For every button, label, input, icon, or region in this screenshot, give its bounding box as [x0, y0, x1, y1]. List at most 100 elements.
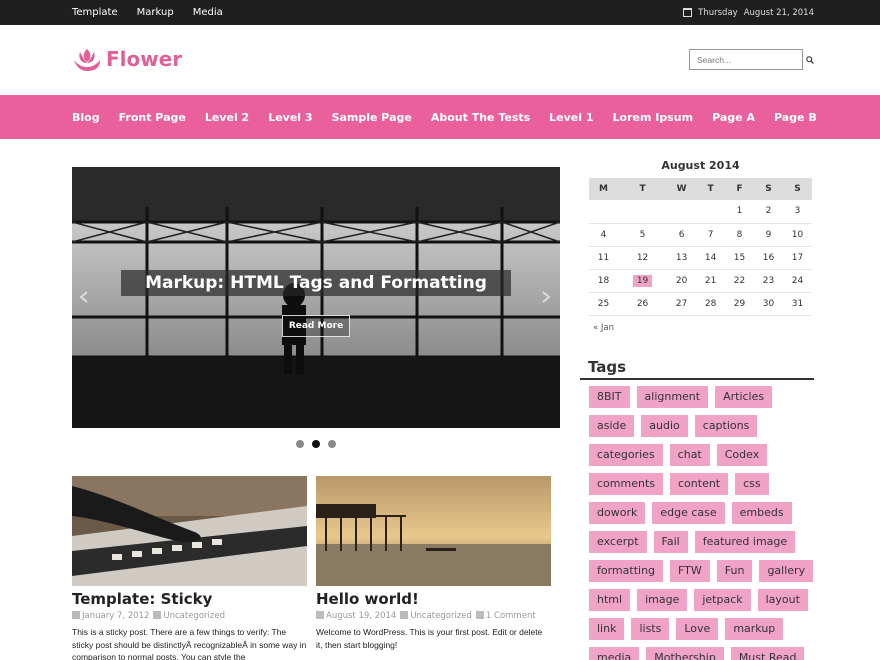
- calendar-weekdays: M T W T F S S: [589, 178, 812, 200]
- calendar-day: 15: [725, 246, 754, 270]
- tag-link[interactable]: lists: [631, 618, 670, 640]
- main-nav: Blog Front Page Level 2 Level 3 Sample P…: [0, 95, 880, 139]
- post-category[interactable]: Uncategorized: [400, 610, 472, 622]
- tag-link[interactable]: chat: [669, 444, 710, 466]
- calendar-day: 10: [782, 223, 812, 247]
- tag-link[interactable]: edge case: [652, 502, 725, 524]
- tag-link[interactable]: alignment: [636, 386, 709, 408]
- post-meta: January 7, 2012 Uncategorized: [72, 610, 307, 622]
- post-title[interactable]: Template: Sticky: [72, 590, 307, 608]
- search-icon[interactable]: [806, 56, 814, 64]
- calendar-day: 17: [782, 246, 812, 270]
- tag-link[interactable]: excerpt: [589, 531, 647, 553]
- nav-item-level-2[interactable]: Level 2: [205, 111, 249, 124]
- tag-link[interactable]: Fail: [653, 531, 688, 553]
- calendar-day: [589, 200, 618, 224]
- slide-title[interactable]: Markup: HTML Tags and Formatting: [121, 270, 511, 296]
- top-menu-item-template[interactable]: Template: [72, 7, 118, 18]
- prev-slide-icon[interactable]: [77, 290, 91, 304]
- post-thumbnail-image: [72, 476, 307, 586]
- post-date[interactable]: January 7, 2012: [72, 610, 149, 622]
- tags-heading: Tags: [588, 358, 627, 376]
- tag-link[interactable]: Mothership: [646, 647, 724, 660]
- weekday: T: [696, 178, 726, 200]
- tag-link[interactable]: aside: [589, 415, 635, 437]
- post-category[interactable]: Uncategorized: [153, 610, 225, 622]
- tag-link[interactable]: markup: [725, 618, 784, 640]
- tag-link[interactable]: image: [637, 589, 688, 611]
- tag-link[interactable]: Love: [676, 618, 719, 640]
- nav-item-page-b[interactable]: Page B: [774, 111, 817, 124]
- tag-link[interactable]: link: [589, 618, 625, 640]
- calendar-day-today[interactable]: 19: [632, 274, 653, 287]
- tag-link[interactable]: 8BIT: [589, 386, 630, 408]
- calendar-day: 13: [667, 246, 697, 270]
- tag-link[interactable]: embeds: [731, 502, 792, 524]
- tag-link[interactable]: Fun: [716, 560, 753, 582]
- calendar-day: 3: [782, 200, 812, 224]
- slider-dot-1[interactable]: [296, 440, 304, 448]
- calendar-day: 2: [754, 200, 783, 224]
- top-bar: Template Markup Media Thursday August 21…: [0, 0, 880, 25]
- calendar-widget: August 2014 M T W T F S S 1 2 3 4 5 6 7 8 9 10 11 1…: [589, 158, 812, 333]
- post-comments[interactable]: 1 Comment: [475, 610, 536, 622]
- tag-link[interactable]: gallery: [759, 560, 814, 582]
- post-thumbnail[interactable]: [72, 476, 307, 586]
- tag-link[interactable]: categories: [589, 444, 663, 466]
- calendar-day: 8: [725, 223, 754, 247]
- tag-link[interactable]: featured image: [694, 531, 796, 553]
- tag-link[interactable]: formatting: [589, 560, 664, 582]
- tag-link[interactable]: Articles: [715, 386, 773, 408]
- tags-divider: [580, 378, 814, 380]
- post-title[interactable]: Hello world!: [316, 590, 551, 608]
- nav-item-level-3[interactable]: Level 3: [268, 111, 312, 124]
- tulip-icon: [74, 49, 100, 71]
- slider-dot-3[interactable]: [328, 440, 336, 448]
- read-more-button[interactable]: Read More: [282, 315, 350, 337]
- nav-item-blog[interactable]: Blog: [72, 111, 100, 124]
- top-menu-item-media[interactable]: Media: [193, 7, 223, 18]
- tag-link[interactable]: content: [670, 473, 729, 495]
- calendar-week: 4 5 6 7 8 9 10: [589, 223, 812, 247]
- slider-dot-2[interactable]: [312, 440, 320, 448]
- date-icon: [72, 611, 80, 619]
- tag-link[interactable]: jetpack: [694, 589, 751, 611]
- calendar-week: 11 12 13 14 15 16 17: [589, 246, 812, 270]
- tag-link[interactable]: css: [735, 473, 769, 495]
- calendar-prev-link[interactable]: « Jan: [589, 323, 812, 333]
- post-date[interactable]: August 19, 2014: [316, 610, 396, 622]
- calendar-table: M T W T F S S 1 2 3 4 5 6 7 8 9 10 11 12 13 14 15 16 17 1…: [589, 178, 812, 316]
- tag-link[interactable]: captions: [694, 415, 758, 437]
- nav-item-level-1[interactable]: Level 1: [549, 111, 593, 124]
- calendar-day: 20: [667, 269, 697, 293]
- nav-item-about-the-tests[interactable]: About The Tests: [431, 111, 530, 124]
- nav-item-sample-page[interactable]: Sample Page: [332, 111, 412, 124]
- site-logo[interactable]: Flower: [72, 45, 182, 73]
- featured-slider: Markup: HTML Tags and Formatting Read Mo…: [72, 167, 560, 428]
- tag-link[interactable]: dowork: [589, 502, 646, 524]
- tag-link[interactable]: FTW: [670, 560, 710, 582]
- calendar-day: [667, 200, 697, 224]
- tag-link[interactable]: audio: [641, 415, 688, 437]
- calendar-day: 27: [667, 292, 697, 316]
- calendar-caption: August 2014: [661, 159, 740, 172]
- calendar-day: 25: [589, 292, 618, 316]
- tag-link[interactable]: Codex: [716, 444, 768, 466]
- tag-link[interactable]: media: [589, 647, 640, 660]
- calendar-day: 9: [754, 223, 783, 247]
- next-slide-icon[interactable]: [539, 290, 553, 304]
- calendar-day: 18: [589, 269, 618, 293]
- nav-item-front-page[interactable]: Front Page: [119, 111, 186, 124]
- calendar-week: 18 19 20 21 22 23 24: [589, 269, 812, 293]
- tag-link[interactable]: comments: [589, 473, 663, 495]
- slide-image[interactable]: [72, 167, 560, 428]
- tag-link[interactable]: layout: [757, 589, 808, 611]
- nav-item-lorem-ipsum[interactable]: Lorem Ipsum: [613, 111, 694, 124]
- calendar-day: 24: [782, 269, 812, 293]
- tag-link[interactable]: Must Read: [730, 647, 805, 660]
- nav-item-page-a[interactable]: Page A: [712, 111, 755, 124]
- tag-link[interactable]: html: [589, 589, 631, 611]
- search-input[interactable]: [689, 49, 803, 70]
- top-menu-item-markup[interactable]: Markup: [137, 7, 174, 18]
- post-thumbnail[interactable]: [316, 476, 551, 586]
